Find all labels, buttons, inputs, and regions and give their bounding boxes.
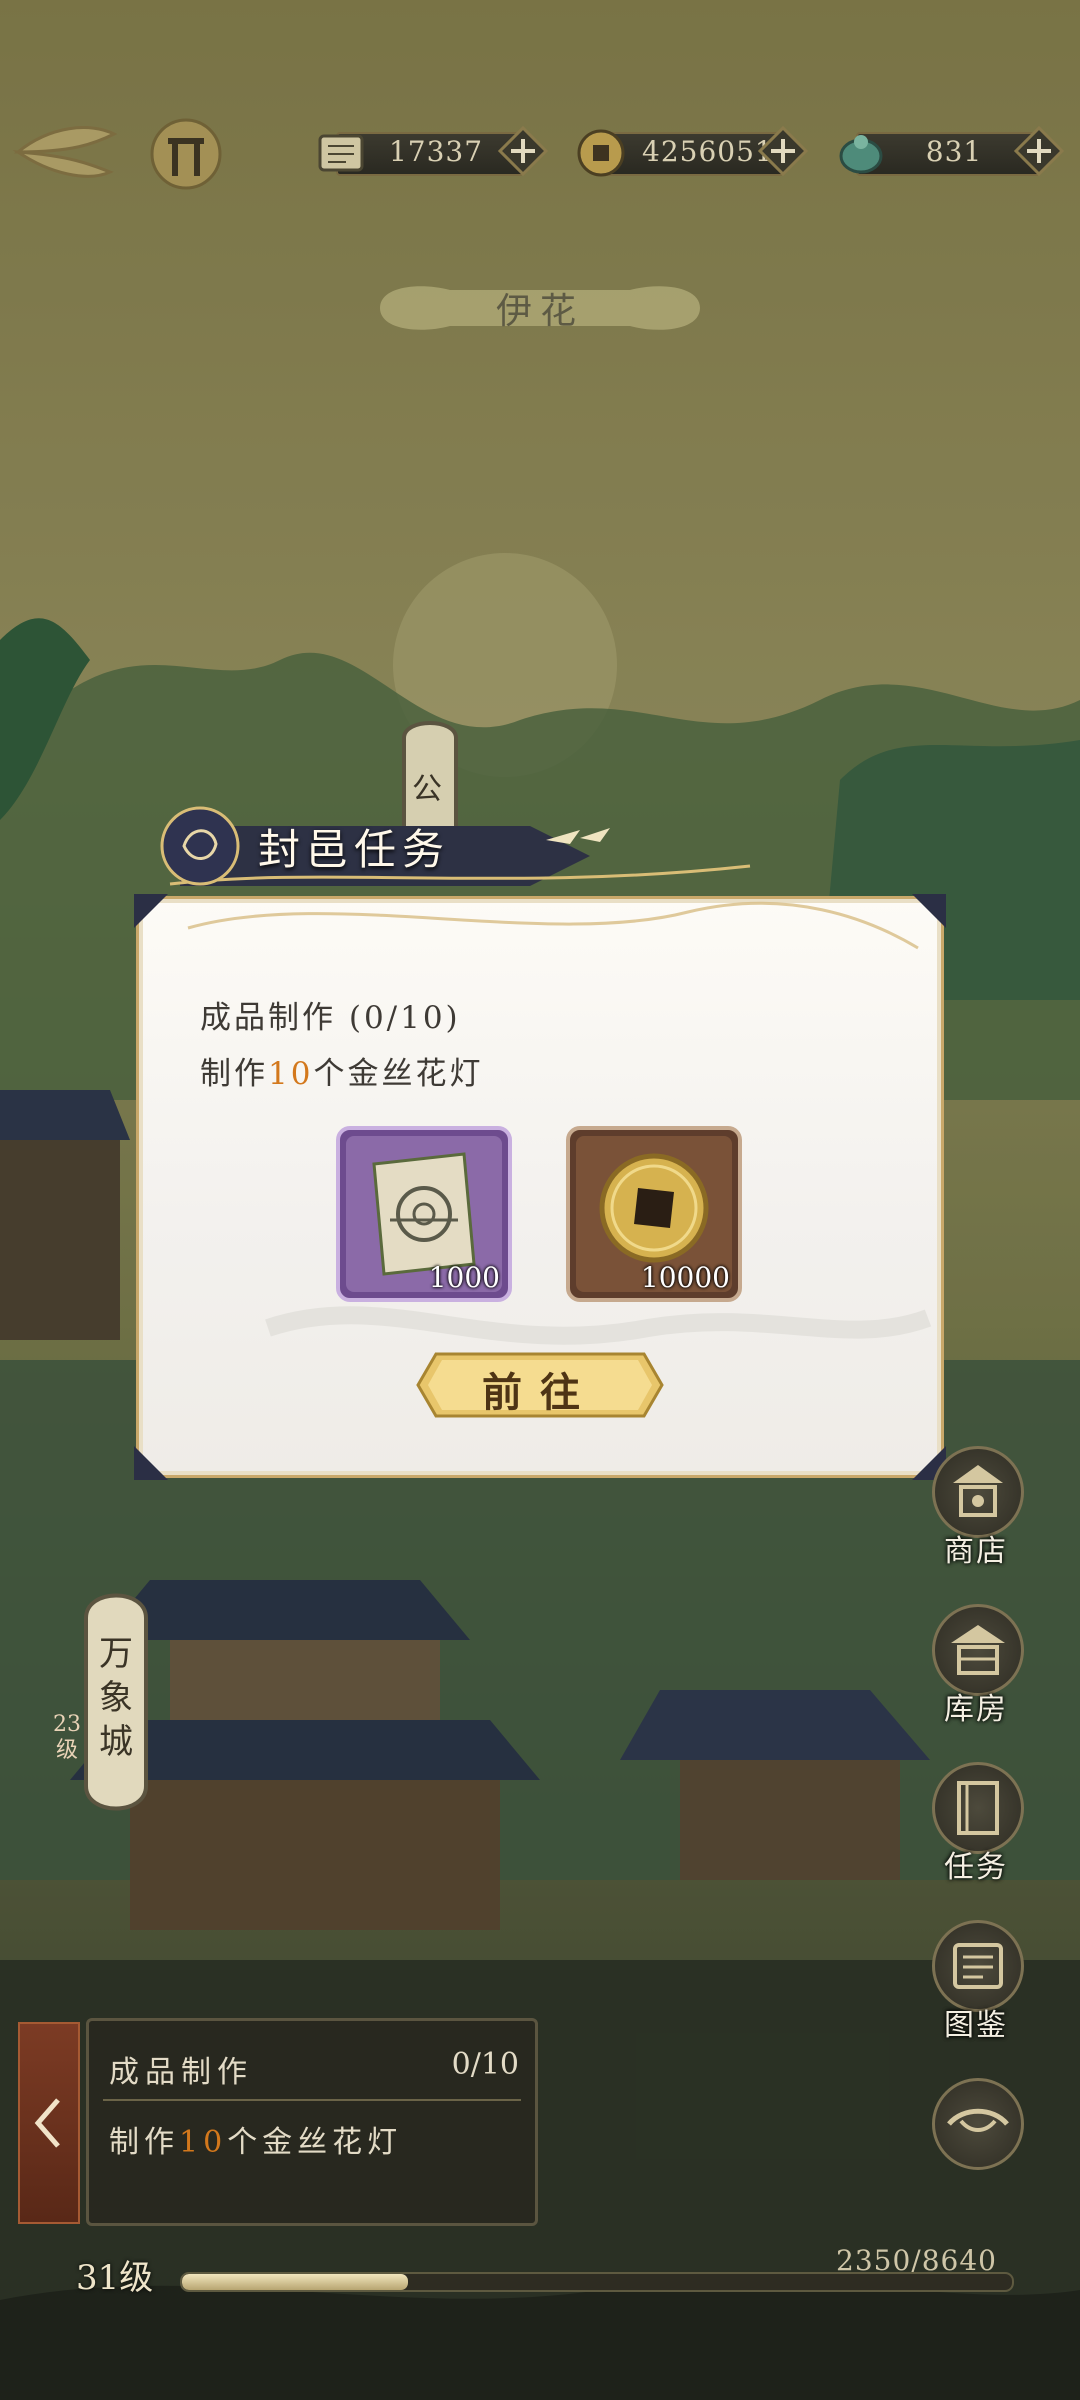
reward-item-coins[interactable]: 10000 (564, 1124, 744, 1304)
side-button-warehouse[interactable]: 库房 (928, 1604, 1024, 1754)
gate-button[interactable] (150, 114, 222, 192)
add-coins-button[interactable] (756, 124, 810, 178)
scroll-ticket-icon (318, 134, 364, 172)
gate-icon (150, 118, 222, 190)
resource-coins: 4256051 (572, 124, 812, 180)
task-name: 成品制作 (0/10) (200, 1000, 461, 1036)
task-book-icon (932, 1762, 1024, 1854)
player-level: 31级 (76, 2258, 154, 2298)
resource-jade: 831 (832, 124, 1068, 180)
encyclopedia-icon (932, 1920, 1024, 2012)
city-level: 23级 (53, 1712, 81, 1763)
side-button-label: 商店 (944, 1534, 1008, 1569)
desc-prefix: 制作 (109, 2125, 179, 2160)
city-tag[interactable]: 万象城 (80, 1578, 152, 1826)
xp-bar-fill (182, 2274, 408, 2290)
side-button-shop[interactable]: 商店 (928, 1446, 1024, 1596)
city-name: 万象城 (99, 1634, 133, 1762)
go-button-label: 前往 (482, 1369, 598, 1416)
warehouse-icon (932, 1604, 1024, 1696)
dialog-title-banner: 封邑任务 (150, 796, 770, 896)
back-button[interactable] (10, 112, 120, 192)
dialog-title: 封邑任务 (258, 825, 451, 874)
side-button-label: 图鉴 (944, 2008, 1008, 2043)
coins-value: 4256051 (642, 135, 774, 168)
go-button[interactable]: 前往 (416, 1350, 664, 1420)
fief-task-dialog: 成品制作 (0/10) 制作10个金丝花灯 1000 10000 前往 (128, 888, 952, 1486)
side-button-tasks[interactable]: 任务 (928, 1762, 1024, 1912)
resource-tickets: 17337 (312, 124, 552, 180)
tickets-value: 17337 (388, 135, 484, 168)
desc-count: 10 (179, 2125, 228, 2160)
xp-bar (180, 2272, 1014, 2292)
eye-icon (932, 2078, 1024, 2170)
jade-icon (839, 135, 883, 174)
reward-quantity: 10000 (640, 1261, 730, 1294)
side-button-label: 任务 (944, 1850, 1008, 1885)
jade-value: 831 (925, 135, 983, 168)
task-tracker[interactable]: 成品制作 0/10 制作10个金丝花灯 (86, 2018, 538, 2226)
desc-suffix: 个金丝花灯 (313, 1056, 484, 1092)
task-description: 制作10个金丝花灯 (200, 1048, 483, 1093)
divider (103, 2099, 521, 2101)
side-button-label: 库房 (944, 1692, 1008, 1727)
copper-coin-icon (577, 129, 625, 177)
collapse-tracker-button[interactable] (18, 2022, 80, 2224)
shop-icon (932, 1446, 1024, 1538)
title-banner-icon (160, 806, 751, 886)
leaf-back-icon (12, 126, 118, 178)
desc-suffix: 个金丝花灯 (227, 2125, 403, 2160)
desc-count: 10 (268, 1056, 314, 1092)
place-name-banner: 伊花 (360, 268, 720, 348)
add-tickets-button[interactable] (496, 124, 550, 178)
add-jade-button[interactable] (1012, 124, 1066, 178)
tracker-task-name: 成品制作 (109, 2055, 253, 2090)
reward-quantity: 1000 (428, 1261, 500, 1294)
place-name: 伊花 (495, 291, 584, 332)
side-button-encyclopedia[interactable]: 图鉴 (928, 1920, 1024, 2070)
desc-prefix: 制作 (200, 1056, 268, 1092)
chevron-left-icon (34, 2098, 60, 2148)
tracker-description: 制作10个金丝花灯 (109, 2117, 402, 2161)
tracker-progress: 0/10 (451, 2047, 519, 2082)
reward-item-blueprint[interactable]: 1000 (334, 1124, 514, 1304)
view-toggle-button[interactable] (928, 2078, 1024, 2170)
